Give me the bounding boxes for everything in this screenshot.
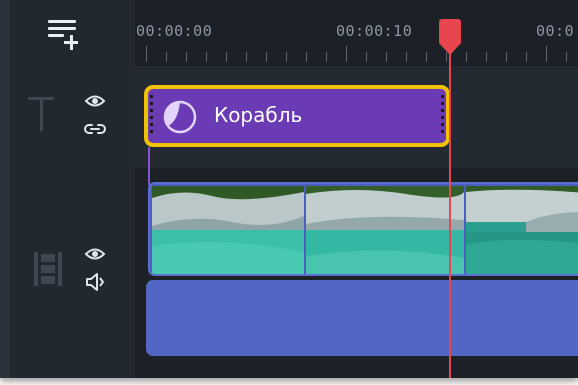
ruler-tick (186, 52, 187, 62)
track-header-panel (10, 0, 135, 378)
ruler-tick (366, 52, 367, 62)
video-thumbnail (152, 186, 304, 274)
audio-clip[interactable] (146, 280, 578, 356)
speaker-icon[interactable] (84, 273, 106, 291)
ruler-tick (506, 52, 507, 62)
text-track-icon (28, 97, 58, 133)
ruler-tick (146, 46, 147, 62)
video-thumbnail (306, 186, 464, 274)
ruler-tick (486, 52, 487, 62)
ruler-tick (526, 52, 527, 62)
link-icon[interactable] (84, 120, 106, 138)
ruler-tick (166, 52, 167, 62)
ruler-tick (406, 52, 407, 62)
eye-icon[interactable] (84, 245, 106, 263)
ruler-tick (266, 52, 267, 62)
playhead-handle-icon[interactable] (439, 19, 461, 55)
timecode-label: 00:00:10 (336, 22, 413, 40)
ruler-tick (206, 52, 207, 62)
timecode-label: 00:00:00 (136, 22, 213, 40)
timeline-panel: 00:00:00 00:00:10 00:0 Корабль (0, 0, 578, 378)
sticker-icon (163, 100, 197, 134)
title-clip-label: Корабль (214, 103, 303, 127)
ruler-tick (246, 52, 247, 62)
eye-icon[interactable] (84, 92, 106, 110)
clip-trim-handle-left[interactable] (150, 95, 153, 137)
ruler-tick (326, 52, 327, 62)
timecode-label: 00:0 (536, 22, 575, 40)
ruler-tick (226, 52, 227, 62)
ruler-tick (466, 52, 467, 62)
ruler-tick (566, 52, 567, 62)
ruler-tick (386, 52, 387, 62)
clip-link-line (148, 147, 150, 185)
title-clip[interactable]: Корабль (144, 85, 450, 147)
clip-trim-handle-right[interactable] (441, 95, 444, 137)
playhead-line[interactable] (449, 30, 451, 378)
video-clip[interactable] (148, 182, 578, 276)
video-track-icon (34, 252, 62, 286)
ruler-tick (286, 52, 287, 62)
ruler-tick (426, 52, 427, 62)
add-track-icon[interactable] (48, 20, 84, 50)
video-thumbnail (466, 186, 578, 274)
ruler-tick (346, 46, 347, 62)
ruler-tick (546, 46, 547, 62)
ruler-tick (306, 52, 307, 62)
